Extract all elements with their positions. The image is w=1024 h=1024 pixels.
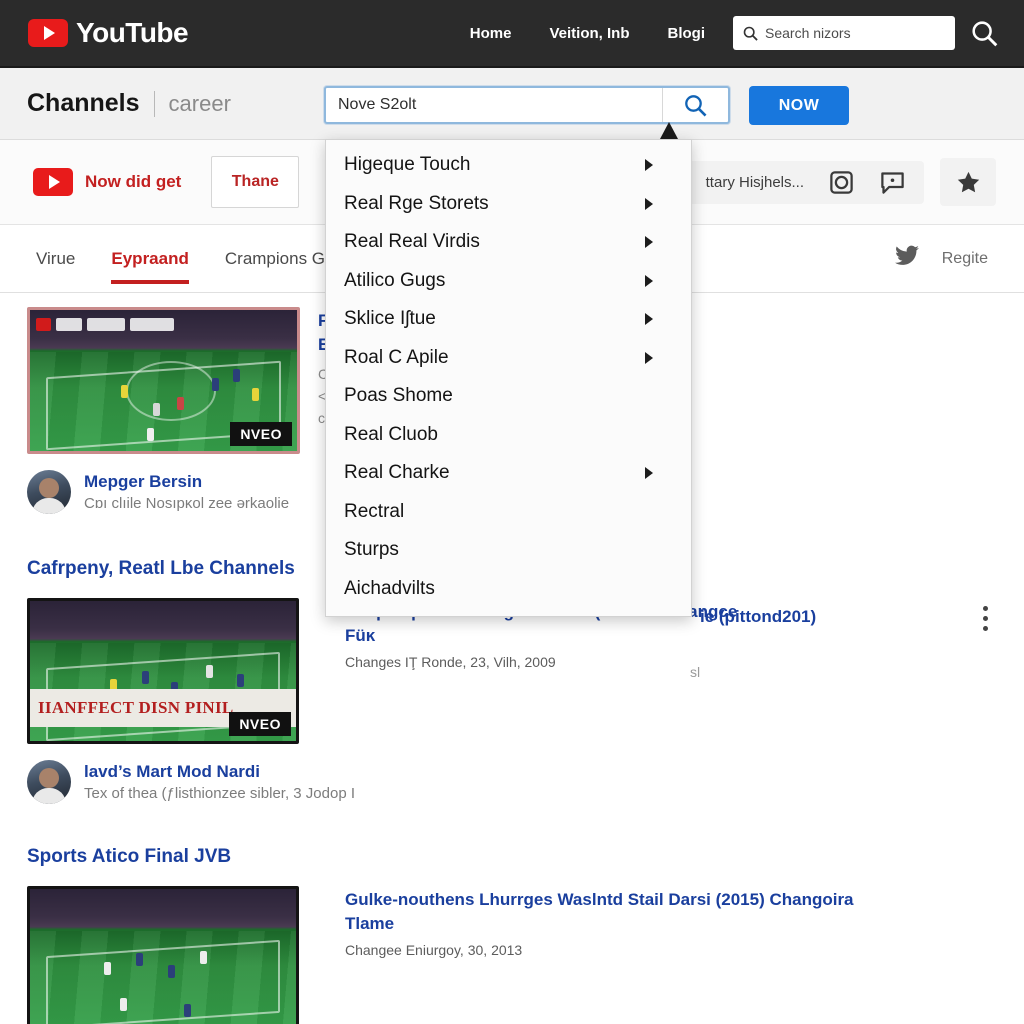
result-3-subtitle: Changee Eniurgoy, 30, 2013 [345,942,523,958]
avatar [27,760,71,804]
tab-virue[interactable]: Virue [36,225,75,292]
sub-toolbar-right: ttary Hisjhels... [687,158,1024,206]
now-button[interactable]: NOW [749,86,849,125]
dropdown-item-1[interactable]: Higeque Touch [326,146,691,185]
dropdown-item-label: Real Cluob [344,423,438,445]
search-input[interactable] [326,88,662,122]
dropdown-item-label: Real Charke [344,462,450,484]
video-badge: NVEO [230,422,292,446]
comment-icon[interactable] [879,169,906,196]
dropdown-caret-icon [660,122,678,139]
result-item-2[interactable]: IIANFFECT DISN PINIL NVEO Rilep mipctilt… [0,598,1024,744]
youtube-play-icon [28,19,68,47]
dropdown-item-12[interactable]: Aichadvilts [326,570,691,609]
thumbnail-overlay-badges [36,317,174,332]
chevron-right-icon [645,197,653,210]
dropdown-item-11[interactable]: Sturps [326,531,691,570]
search-icon [743,26,758,41]
top-search-placeholder: Search nizors [765,25,851,41]
top-search-submit-button[interactable] [971,20,998,47]
search-icon [972,20,998,46]
youtube-logo[interactable]: YouTube [28,17,189,49]
dropdown-item-8[interactable]: Real Cluob [326,416,691,455]
top-search-field[interactable]: Search nizors [733,16,955,50]
nav-item-blogi[interactable]: Blogi [668,25,706,42]
dropdown-item-label: Rectral [344,500,405,522]
result-1-right-text[interactable]: ie (pittond201) [700,605,816,629]
nav-item-veition[interactable]: Veition, Inb [549,25,629,42]
tab-eypraand[interactable]: Eypraand [111,225,190,292]
chevron-right-icon [645,313,653,326]
thane-button[interactable]: Thane [211,156,300,208]
section-3-heading[interactable]: Sports Atico Final JVB [0,846,1024,868]
dropdown-item-10[interactable]: Rectral [326,493,691,532]
video-thumbnail[interactable]: IIANFFECT DISN PINIL NVEO [27,598,299,744]
dropdown-item-9[interactable]: Real Charke [326,454,691,493]
dropdown-item-label: Atilico Gugs [344,269,446,291]
dropdown-item-label: Sklice Iʃtue [344,308,436,330]
dropdown-item-label: Real Rge Storets [344,192,489,214]
search-icon [685,94,707,116]
thumbnail-banner-text: IIANFFECT DISN PINIL [38,698,234,717]
page-title: Channels [27,89,140,117]
dropdown-item-5[interactable]: Sklice Iʃtue [326,300,691,339]
result-1-channel-name[interactable]: Mepger Bersin [84,472,289,492]
sub-brand[interactable]: Now did get [33,168,181,196]
video-thumbnail[interactable] [27,886,299,1024]
sub-truncated-label: ttary Hisjhels... [705,173,804,191]
youtube-play-icon [33,168,73,196]
sub-brand-label: Now did get [85,172,182,191]
dropdown-item-7[interactable]: Poas Shome [326,377,691,416]
title-divider [153,90,155,117]
dropdown-item-6[interactable]: Roal C Apile [326,339,691,378]
star-icon[interactable] [940,158,996,206]
result-3-title[interactable]: Gulke-nouthens Lhurrges Waslntd Stail Da… [345,888,865,936]
twitter-bird-icon[interactable] [892,243,922,274]
top-nav-links: Home Veition, Inb Blogi [470,25,705,42]
chevron-right-icon [645,236,653,249]
sub-chip-group: ttary Hisjhels... [687,160,924,204]
result-2-channel-desc: Tex of thea (ƒlisthionzee sibler, 3 Jodo… [84,785,355,802]
video-badge: NVEO [229,712,291,736]
chevron-right-icon [645,274,653,287]
main-search-box[interactable] [324,86,730,124]
result-2-meta: Rilep mipctilt: clubrged Atilico (IMadri… [345,598,745,744]
chevron-right-icon [645,159,653,172]
search-suggestions-dropdown: Higeque Touch Real Rge Storets Real Real… [325,139,692,617]
tabs-right-group: Regite [892,243,988,274]
result-2-channel[interactable]: lavd’s Mart Mod Nardi Tex of thea (ƒlist… [0,760,1024,804]
nav-item-home[interactable]: Home [470,25,512,42]
dropdown-item-2[interactable]: Real Rge Storets [326,185,691,224]
result-1-channel-desc: Cɒı clıile Nosıpĸol zee ərkaolie [84,495,290,512]
youtube-wordmark: YouTube [76,17,189,48]
dropdown-item-label: Sturps [344,539,399,561]
camera-icon[interactable] [828,169,855,196]
dropdown-item-label: Roal C Apile [344,346,449,368]
tab-crampions[interactable]: Crampions Ge [225,225,335,292]
dropdown-item-label: Real Real Virdis [344,231,480,253]
result-3-meta: Gulke-nouthens Lhurrges Waslntd Stail Da… [345,886,865,1024]
dropdown-item-4[interactable]: Atilico Gugs [326,262,691,301]
chevron-right-icon [645,351,653,364]
search-submit-button[interactable] [662,88,728,122]
result-2-channel-name[interactable]: lavd’s Mart Mod Nardi [84,762,355,782]
result-item-3[interactable]: Gulke-nouthens Lhurrges Waslntd Stail Da… [0,886,1024,1024]
video-thumbnail[interactable]: NVEO [27,307,300,454]
chevron-right-icon [645,467,653,480]
top-navigation-bar: YouTube Home Veition, Inb Blogi Search n… [0,0,1024,68]
page-subtitle: career [168,90,231,116]
app-root: YouTube Home Veition, Inb Blogi Search n… [0,0,1024,1024]
avatar [27,470,71,514]
result-2-subtitle: Changes IŢ Ronde, 23, Vilh, 2009 [345,654,556,670]
dropdown-item-3[interactable]: Real Real Virdis [326,223,691,262]
kebab-menu-icon[interactable] [983,606,988,631]
dropdown-item-label: Aichadvilts [344,577,435,599]
tabs-right-label[interactable]: Regite [942,250,988,268]
dropdown-item-label: Poas Shome [344,385,453,407]
dropdown-item-label: Higeque Touch [344,154,471,176]
